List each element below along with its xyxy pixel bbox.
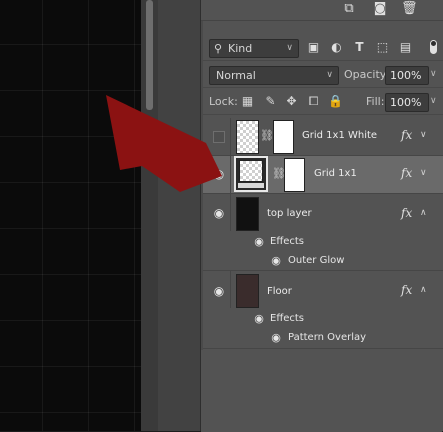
- layer-name[interactable]: Floor: [267, 285, 292, 299]
- row-divider: [230, 271, 231, 308]
- row-divider: [230, 156, 231, 193]
- blend-row: Normal ∨ Opacity: 100% ∨: [203, 61, 443, 88]
- chevron-down-icon: ∨: [326, 70, 333, 80]
- smart-object-filter-icon[interactable]: ▤: [398, 40, 413, 55]
- image-filter-icon[interactable]: ▣: [306, 40, 321, 55]
- row-divider: [230, 194, 231, 231]
- eye-icon[interactable]: ◉: [252, 236, 266, 248]
- lock-row: Lock: ▦ ✎ ✥ ⧠ 🔒 Fill: 100% ∨: [203, 88, 443, 115]
- search-icon: ⚲: [214, 42, 223, 55]
- lock-position-icon[interactable]: ✥: [284, 94, 299, 109]
- layer-thumbnail: [239, 160, 263, 182]
- scrollbar-thumb[interactable]: [146, 0, 153, 110]
- layer-name[interactable]: Grid 1x1 White: [302, 129, 377, 143]
- effect-row-pattern-overlay[interactable]: ◉ Pattern Overlay: [203, 329, 443, 348]
- layers-panel: ⧉ ◙ 🗑 ⚲ Kind ∨ ▣ ◐ T ⬚ ▤ Normal ∨ Opacit…: [200, 0, 443, 432]
- link-chain-icon[interactable]: ⛓: [272, 167, 286, 181]
- lock-label: Lock:: [209, 95, 238, 108]
- fill-chevron-icon[interactable]: ∨: [430, 94, 437, 109]
- layer-name[interactable]: top layer: [267, 207, 312, 221]
- lock-artboard-icon[interactable]: ⧠: [306, 94, 321, 109]
- chevron-down-icon: ∨: [286, 43, 293, 53]
- chevron-up-icon[interactable]: ∧: [420, 206, 427, 220]
- kind-filter-select[interactable]: ⚲ Kind ∨: [209, 39, 299, 58]
- layer-row-grid-1x1-white[interactable]: ⛓ Grid 1x1 White fx ∨: [203, 118, 443, 156]
- layer-thumbnail: [236, 120, 259, 154]
- fill-label: Fill:: [366, 95, 385, 108]
- thumbnail-strip: [238, 183, 264, 188]
- blend-mode-value: Normal: [216, 69, 256, 82]
- lock-all-icon[interactable]: 🔒: [328, 94, 343, 109]
- effect-label: Pattern Overlay: [288, 332, 367, 343]
- layer-mask-thumbnail[interactable]: [273, 120, 294, 154]
- fx-icon[interactable]: fx: [401, 206, 412, 220]
- eye-icon[interactable]: ◉: [211, 206, 227, 220]
- layer-row-floor[interactable]: ◉ Floor fx ∧ ◉ Effects ◉ Pattern Overlay: [203, 271, 443, 349]
- eye-icon[interactable]: ◉: [252, 313, 266, 325]
- layer-mask-thumbnail[interactable]: [284, 158, 305, 192]
- adjustment-filter-icon[interactable]: ◐: [329, 40, 344, 55]
- kind-filter-label: Kind: [228, 42, 253, 55]
- link-chain-icon[interactable]: ⛓: [260, 129, 274, 143]
- layers-empty-area[interactable]: [201, 350, 442, 432]
- opacity-chevron-icon[interactable]: ∨: [430, 67, 437, 82]
- chevron-down-icon[interactable]: ∨: [420, 128, 427, 142]
- chevron-up-icon[interactable]: ∧: [420, 283, 427, 297]
- shape-filter-icon[interactable]: ⬚: [375, 40, 390, 55]
- eye-icon[interactable]: ◉: [269, 255, 283, 267]
- trash-icon[interactable]: 🗑: [401, 2, 418, 16]
- effect-row-outer-glow[interactable]: ◉ Outer Glow: [203, 252, 443, 271]
- eye-icon[interactable]: ◉: [211, 167, 227, 181]
- layer-filter-row: ⚲ Kind ∨ ▣ ◐ T ⬚ ▤: [203, 34, 443, 61]
- workspace-gutter: [158, 0, 200, 431]
- visibility-toggle-empty[interactable]: [213, 131, 225, 143]
- effects-label: Effects: [270, 236, 304, 247]
- fill-field[interactable]: 100%: [385, 93, 429, 112]
- camera-icon[interactable]: ◙: [372, 2, 388, 16]
- lock-image-pixels-icon[interactable]: ✎: [263, 94, 278, 109]
- opacity-field[interactable]: 100%: [385, 66, 429, 85]
- layer-name[interactable]: Grid 1x1: [314, 167, 357, 181]
- opacity-label: Opacity:: [344, 68, 390, 81]
- layer-row-grid-1x1[interactable]: ◉ ⛓ Grid 1x1 fx ∨: [203, 156, 443, 194]
- fx-icon[interactable]: fx: [401, 128, 412, 142]
- fx-icon[interactable]: fx: [401, 166, 412, 180]
- layer-row-top-layer[interactable]: ◉ top layer fx ∧ ◉ Effects ◉ Outer Glow: [203, 194, 443, 271]
- filter-toggle-switch[interactable]: [430, 40, 437, 54]
- panel-top-toolbar: ⧉ ◙ 🗑: [201, 0, 443, 21]
- selected-thumbnail-frame: [234, 156, 268, 192]
- eye-icon[interactable]: ◉: [211, 284, 227, 298]
- layer-thumbnail: [236, 274, 259, 308]
- lock-transparent-pixels-icon[interactable]: ▦: [240, 94, 255, 109]
- blend-mode-select[interactable]: Normal ∨: [209, 66, 339, 85]
- fx-icon[interactable]: fx: [401, 283, 412, 297]
- document-canvas[interactable]: [0, 0, 141, 431]
- effect-label: Outer Glow: [288, 255, 345, 266]
- chevron-down-icon[interactable]: ∨: [420, 166, 427, 180]
- effects-group-row[interactable]: ◉ Effects: [203, 310, 443, 329]
- type-filter-icon[interactable]: T: [352, 40, 367, 55]
- eye-icon[interactable]: ◉: [269, 332, 283, 344]
- new-layer-icon[interactable]: ⧉: [341, 2, 357, 16]
- row-divider: [230, 118, 231, 155]
- effects-label: Effects: [270, 313, 304, 324]
- canvas-vertical-scrollbar[interactable]: [141, 0, 158, 431]
- layer-thumbnail: [236, 197, 259, 231]
- effects-group-row[interactable]: ◉ Effects: [203, 233, 443, 252]
